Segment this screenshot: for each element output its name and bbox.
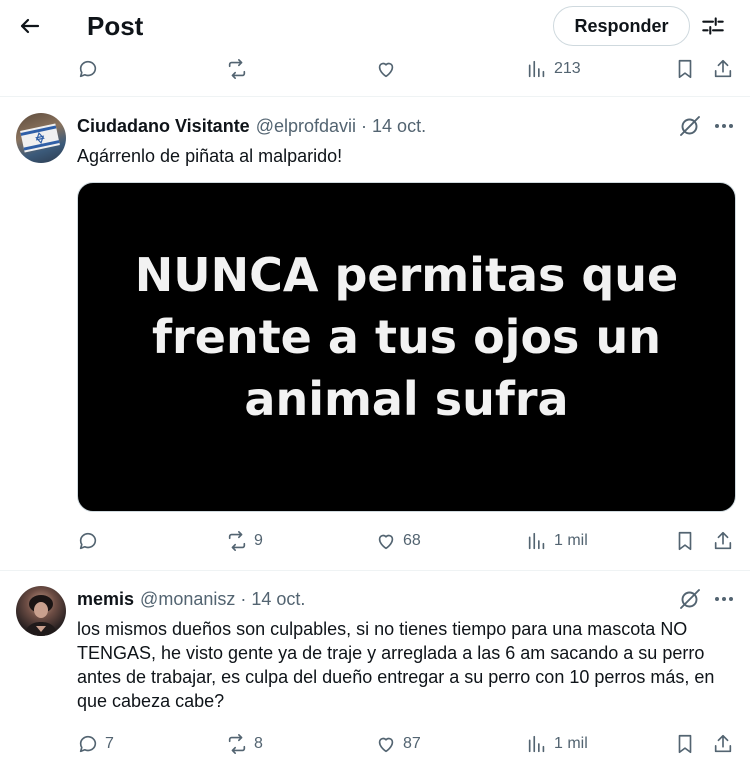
heart-icon xyxy=(378,737,394,753)
sliders-icon[interactable] xyxy=(697,10,729,42)
more-options-icon[interactable] xyxy=(712,114,736,138)
top-app-bar: Post Responder xyxy=(0,0,750,52)
grok-icon[interactable] xyxy=(678,587,702,611)
share-action[interactable] xyxy=(712,526,734,556)
page-title: Post xyxy=(87,11,144,41)
image-caption-text: NUNCA permitas que frente a tus ojos un … xyxy=(134,248,679,426)
repost-count: 9 xyxy=(254,532,263,549)
share-action[interactable] xyxy=(712,54,734,84)
reply-count: 7 xyxy=(105,735,114,752)
post-text: los mismos dueños son culpables, si no t… xyxy=(77,619,715,711)
share-icon xyxy=(714,734,732,753)
share-icon xyxy=(714,531,732,550)
like-action[interactable] xyxy=(375,54,397,84)
avatar-image xyxy=(20,123,60,153)
like-action[interactable]: 87 xyxy=(375,729,421,759)
repost-action[interactable]: 8 xyxy=(226,729,263,759)
post-actions: 9 68 1 mil xyxy=(0,526,750,556)
reply-action[interactable]: 7 xyxy=(77,729,114,759)
post-meta: memis @monanisz · 14 oct. xyxy=(77,587,305,611)
bar-chart-icon xyxy=(528,532,545,550)
heart-icon xyxy=(378,534,394,550)
views-count: 1 mil xyxy=(554,532,588,549)
like-count: 87 xyxy=(403,735,421,752)
bar-chart-icon xyxy=(528,60,545,78)
bookmark-action[interactable] xyxy=(674,54,696,84)
reply-icon xyxy=(79,60,97,78)
divider xyxy=(0,570,750,571)
back-arrow-icon[interactable] xyxy=(14,10,46,42)
previous-post-actions: 213 xyxy=(0,54,750,84)
like-action[interactable]: 68 xyxy=(375,526,421,556)
post-actions: 7 8 87 1 mil xyxy=(0,729,750,759)
bookmark-action[interactable] xyxy=(674,729,696,759)
reply-action[interactable] xyxy=(77,54,99,84)
divider xyxy=(0,96,750,97)
bar-chart-icon xyxy=(528,735,545,753)
post-text: Agárrenlo de piñata al malparido! xyxy=(77,146,343,166)
avatar[interactable] xyxy=(16,586,66,636)
author-handle[interactable]: @monanisz xyxy=(140,589,235,610)
reply-icon xyxy=(79,735,97,753)
repost-icon xyxy=(228,59,246,79)
repost-count: 8 xyxy=(254,735,263,752)
reply-button[interactable]: Responder xyxy=(553,6,690,46)
reply-action[interactable] xyxy=(77,526,105,556)
avatar-image xyxy=(24,595,58,636)
views-action[interactable]: 213 xyxy=(526,54,581,84)
author-name[interactable]: memis xyxy=(77,589,134,610)
author-handle[interactable]: @elprofdavii xyxy=(256,116,356,137)
avatar[interactable] xyxy=(16,113,66,163)
bookmark-icon xyxy=(678,59,692,79)
post-date[interactable]: 14 oct. xyxy=(372,116,426,137)
post-meta: Ciudadano Visitante @elprofdavii · 14 oc… xyxy=(77,114,426,138)
post-image[interactable]: NUNCA permitas que frente a tus ojos un … xyxy=(77,182,736,512)
views-action[interactable]: 1 mil xyxy=(526,729,588,759)
views-action[interactable]: 1 mil xyxy=(526,526,588,556)
share-action[interactable] xyxy=(712,729,734,759)
bookmark-icon xyxy=(678,531,692,551)
views-count: 1 mil xyxy=(554,735,588,752)
repost-icon xyxy=(228,734,246,754)
repost-action[interactable] xyxy=(226,54,248,84)
more-options-icon[interactable] xyxy=(712,587,736,611)
like-count: 68 xyxy=(403,532,421,549)
separator: · xyxy=(361,115,368,136)
grok-icon[interactable] xyxy=(678,114,702,138)
post-date[interactable]: 14 oct. xyxy=(251,589,305,610)
separator: · xyxy=(240,588,247,609)
views-count: 213 xyxy=(554,60,581,77)
heart-icon xyxy=(378,62,394,78)
reply-icon xyxy=(79,532,97,550)
repost-icon xyxy=(228,531,246,551)
author-name[interactable]: Ciudadano Visitante xyxy=(77,116,250,137)
bookmark-action[interactable] xyxy=(674,526,696,556)
share-icon xyxy=(714,59,732,78)
bookmark-icon xyxy=(678,734,692,754)
repost-action[interactable]: 9 xyxy=(226,526,263,556)
